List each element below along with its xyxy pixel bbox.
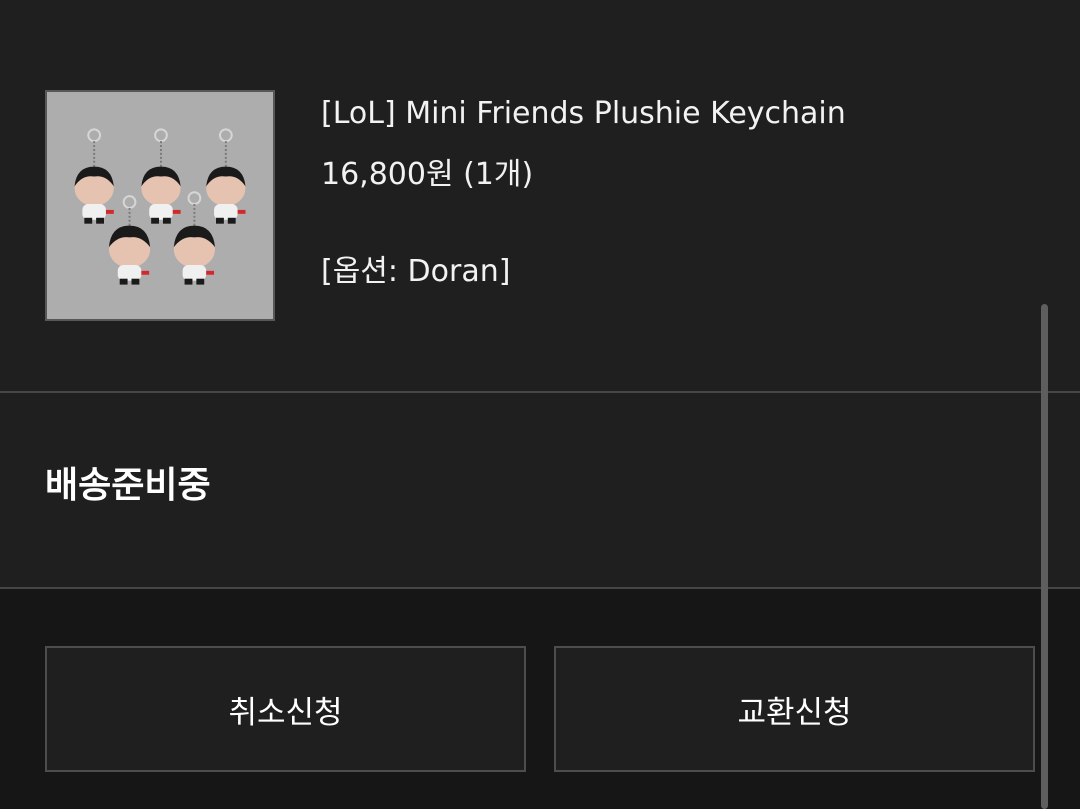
- product-option: [옵션: Doran]: [321, 254, 511, 289]
- product-name[interactable]: [LoL] Mini Friends Plushie Keychain: [321, 96, 846, 132]
- delivery-status: 배송준비중: [45, 465, 211, 506]
- order-detail-page: [LoL] Mini Friends Plushie Keychain 16,8…: [0, 0, 1080, 809]
- order-item-card[interactable]: [LoL] Mini Friends Plushie Keychain 16,8…: [0, 0, 1080, 392]
- plushie-keychain-product-photo: [47, 92, 273, 319]
- product-thumbnail[interactable]: [45, 90, 275, 321]
- scrollbar[interactable]: [1041, 304, 1048, 809]
- cancel-request-button[interactable]: 취소신청: [45, 646, 526, 772]
- product-price: 16,800원 (1개): [321, 157, 534, 192]
- exchange-request-button[interactable]: 교환신청: [554, 646, 1035, 772]
- divider-top: [0, 391, 1080, 393]
